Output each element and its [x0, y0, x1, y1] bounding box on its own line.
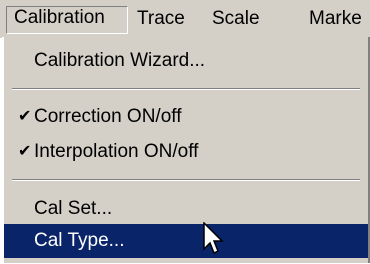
menu-item-cal-type[interactable]: Cal Type...	[4, 224, 368, 258]
menu-item-calibration-wizard[interactable]: Calibration Wizard...	[4, 43, 368, 78]
menu-bar: Calibration Trace Scale Marke	[0, 0, 370, 38]
menu-markers-label: Marke	[309, 8, 362, 29]
menu-calibration-label: Calibration	[14, 7, 105, 28]
menu-separator	[12, 179, 360, 181]
menu-scale[interactable]: Scale	[212, 8, 260, 32]
menu-item-label: Correction ON/off	[34, 106, 182, 127]
calibration-dropdown: Calibration Wizard... ✔ Correction ON/of…	[2, 37, 370, 263]
checkmark-icon: ✔	[18, 108, 32, 125]
menu-markers[interactable]: Marke	[309, 8, 362, 32]
menu-item-cal-set[interactable]: Cal Set...	[4, 191, 368, 226]
menu-item-label: Interpolation ON/off	[34, 141, 199, 162]
menu-trace[interactable]: Trace	[137, 8, 185, 32]
menu-calibration[interactable]: Calibration	[6, 6, 128, 34]
menu-item-label: Cal Set...	[34, 198, 113, 219]
menu-item-correction[interactable]: ✔ Correction ON/off	[4, 99, 368, 134]
menu-item-interpolation[interactable]: ✔ Interpolation ON/off	[4, 134, 368, 169]
menu-separator	[12, 88, 360, 90]
menu-scale-label: Scale	[212, 8, 260, 29]
menu-item-label: Cal Type...	[34, 230, 125, 251]
menu-trace-label: Trace	[137, 8, 185, 29]
menu-item-label: Calibration Wizard...	[34, 50, 206, 71]
checkmark-icon: ✔	[18, 143, 32, 160]
mouse-pointer-icon	[203, 221, 227, 264]
